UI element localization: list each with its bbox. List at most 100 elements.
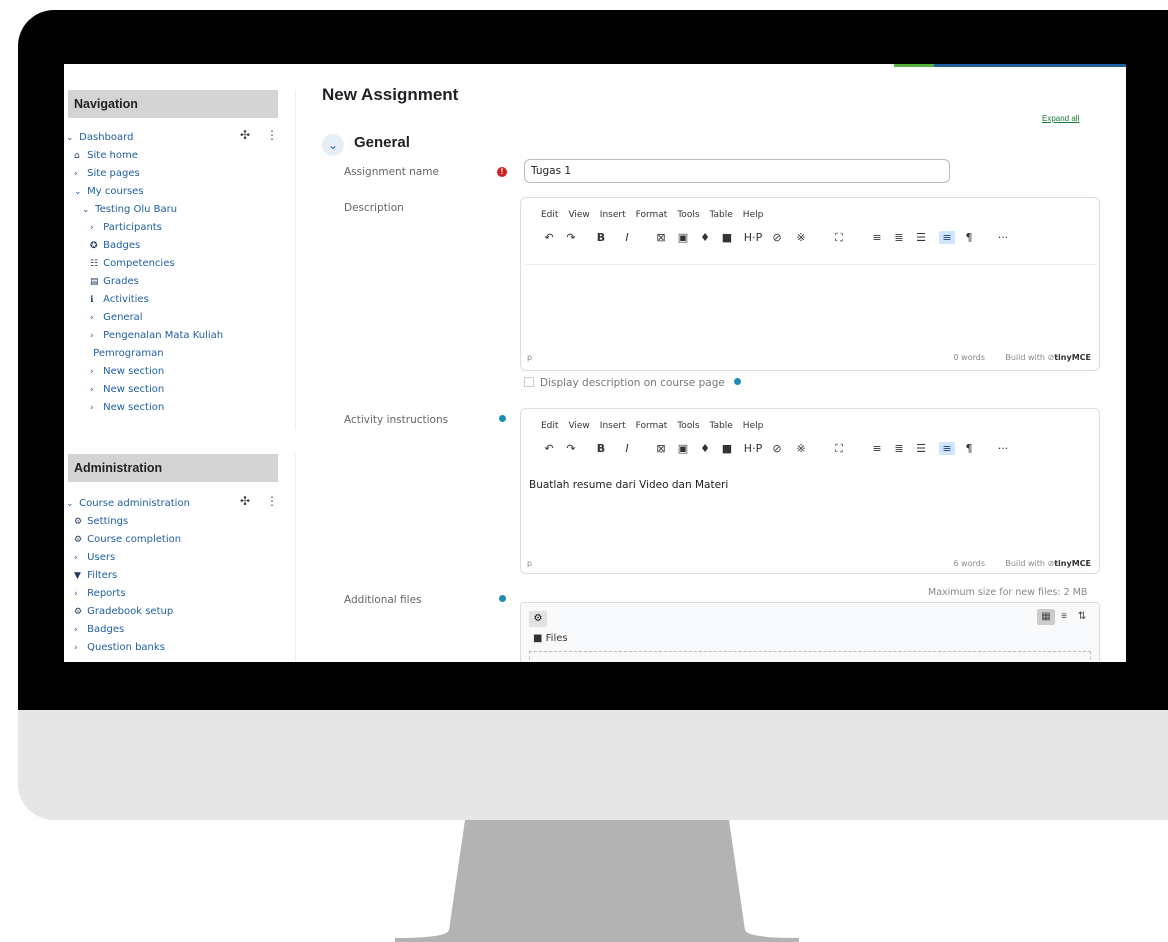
menu-help[interactable]: Help bbox=[743, 421, 764, 431]
video-icon[interactable]: ■ bbox=[719, 442, 735, 455]
tree-item[interactable]: Pemrograman bbox=[80, 348, 163, 366]
italic-icon[interactable]: I bbox=[619, 231, 635, 244]
file-drop-zone[interactable] bbox=[529, 651, 1091, 662]
bold-icon[interactable]: B bbox=[593, 231, 609, 244]
tree-item[interactable]: › Badges bbox=[74, 624, 124, 642]
media-icon[interactable]: ▣ bbox=[675, 442, 691, 455]
description-content[interactable] bbox=[525, 264, 1097, 344]
ltr-icon[interactable]: ¶ bbox=[961, 231, 977, 244]
tree-item[interactable]: › General bbox=[90, 312, 143, 330]
tree-item[interactable]: ⚙ Settings bbox=[74, 516, 128, 534]
video-icon[interactable]: ■ bbox=[719, 231, 735, 244]
unlink-icon[interactable]: ※ bbox=[793, 442, 809, 455]
menu-insert[interactable]: Insert bbox=[600, 421, 626, 431]
tree-item[interactable]: › Users bbox=[74, 552, 115, 570]
align-right-icon[interactable]: ☰ bbox=[913, 442, 929, 455]
section-title[interactable]: General bbox=[354, 134, 410, 151]
instructions-content[interactable]: Buatlah resume dari Video dan Materi bbox=[525, 473, 1097, 551]
menu-edit[interactable]: Edit bbox=[541, 210, 558, 220]
redo-icon[interactable]: ↷ bbox=[563, 231, 579, 244]
h5p-icon[interactable]: H·P bbox=[741, 231, 765, 244]
fullscreen-icon[interactable]: ⛶ bbox=[831, 231, 847, 245]
block-menu-icon[interactable]: ⋮ bbox=[266, 128, 278, 142]
more-icon[interactable]: ··· bbox=[991, 231, 1015, 244]
menu-insert[interactable]: Insert bbox=[600, 210, 626, 220]
menu-help[interactable]: Help bbox=[743, 210, 764, 220]
media-icon[interactable]: ▣ bbox=[675, 231, 691, 244]
move-icon[interactable]: ✣ bbox=[240, 128, 250, 142]
image-icon[interactable]: ⊠ bbox=[653, 231, 669, 244]
redo-icon[interactable]: ↷ bbox=[563, 442, 579, 455]
tree-item[interactable]: › Reports bbox=[74, 588, 126, 606]
tree-item[interactable]: ⌄ Testing Olu Baru bbox=[82, 204, 177, 222]
rtl-icon[interactable]: ≡ bbox=[939, 231, 955, 244]
align-right-icon[interactable]: ☰ bbox=[913, 231, 929, 244]
link-icon[interactable]: ⊘ bbox=[769, 231, 785, 244]
italic-icon[interactable]: I bbox=[619, 442, 635, 455]
microphone-icon[interactable]: ♦ bbox=[697, 231, 713, 244]
tree-item[interactable]: ☷ Competencies bbox=[90, 258, 175, 276]
expand-all-link[interactable]: Expand all bbox=[1042, 114, 1079, 123]
menu-tools[interactable]: Tools bbox=[677, 210, 699, 220]
tree-item[interactable]: ⌄ Course administration bbox=[66, 498, 190, 516]
grid-view-icon[interactable]: ▦ bbox=[1037, 609, 1055, 625]
menu-view[interactable]: View bbox=[568, 421, 589, 431]
link-icon[interactable]: ⊘ bbox=[769, 442, 785, 455]
display-description-checkbox[interactable] bbox=[524, 377, 534, 387]
align-center-icon[interactable]: ≣ bbox=[891, 231, 907, 244]
list-view-icon[interactable]: ≡ bbox=[1055, 609, 1073, 625]
tree-item[interactable]: ▤ Grades bbox=[90, 276, 139, 294]
menu-edit[interactable]: Edit bbox=[541, 421, 558, 431]
help-icon[interactable] bbox=[734, 378, 742, 385]
tree-item[interactable]: ℹ Activities bbox=[90, 294, 149, 312]
menu-tools[interactable]: Tools bbox=[677, 421, 699, 431]
description-editor: Edit View Insert Format Tools Table Help ↶ ↷ B I ⊠… bbox=[520, 197, 1100, 371]
tree-item[interactable]: › Site pages bbox=[74, 168, 140, 186]
more-icon[interactable]: ··· bbox=[991, 442, 1015, 455]
align-center-icon[interactable]: ≣ bbox=[891, 442, 907, 455]
word-count: 0 words bbox=[953, 353, 985, 362]
align-left-icon[interactable]: ≡ bbox=[869, 442, 885, 455]
move-icon[interactable]: ✣ bbox=[240, 494, 250, 508]
tree-view-icon[interactable]: ⇅ bbox=[1073, 609, 1091, 625]
undo-icon[interactable]: ↶ bbox=[541, 231, 557, 244]
unlink-icon[interactable]: ※ bbox=[793, 231, 809, 244]
files-folder[interactable]: ■ Files bbox=[533, 633, 568, 644]
menu-table[interactable]: Table bbox=[710, 421, 733, 431]
tree-item[interactable]: ⚙ Course completion bbox=[74, 534, 181, 552]
undo-icon[interactable]: ↶ bbox=[541, 442, 557, 455]
assignment-name-input[interactable]: Tugas 1 bbox=[524, 159, 950, 183]
block-menu-icon[interactable]: ⋮ bbox=[266, 494, 278, 508]
tree-item[interactable]: ✪ Badges bbox=[90, 240, 140, 258]
tree-item[interactable]: › New section bbox=[90, 402, 164, 420]
bold-icon[interactable]: B bbox=[593, 442, 609, 455]
ltr-icon[interactable]: ¶ bbox=[961, 442, 977, 455]
microphone-icon[interactable]: ♦ bbox=[697, 442, 713, 455]
tree-item[interactable]: › Pengenalan Mata Kuliah bbox=[90, 330, 223, 348]
tree-item[interactable]: ▼ Filters bbox=[74, 570, 117, 588]
administration-block: Administration ✣ ⋮ ⌄ Course administrati… bbox=[64, 454, 296, 662]
menu-view[interactable]: View bbox=[568, 210, 589, 220]
tree-item[interactable]: ⌂ Site home bbox=[74, 150, 138, 168]
tree-item[interactable]: ⌄ My courses bbox=[74, 186, 144, 204]
help-icon[interactable] bbox=[499, 415, 506, 422]
h5p-icon[interactable]: H·P bbox=[741, 442, 765, 455]
gear-icon[interactable]: ⚙ bbox=[529, 611, 547, 627]
help-icon[interactable] bbox=[499, 595, 506, 602]
tree-item[interactable]: › New section bbox=[90, 384, 164, 402]
fullscreen-icon[interactable]: ⛶ bbox=[831, 442, 847, 456]
menu-table[interactable]: Table bbox=[710, 210, 733, 220]
align-left-icon[interactable]: ≡ bbox=[869, 231, 885, 244]
tree-item[interactable]: › New section bbox=[90, 366, 164, 384]
rtl-icon[interactable]: ≡ bbox=[939, 442, 955, 455]
home-icon: ⌂ bbox=[74, 151, 80, 161]
tree-item[interactable]: ⚙ Gradebook setup bbox=[74, 606, 173, 624]
tree-item[interactable]: ⌄ Dashboard bbox=[66, 132, 133, 150]
menu-format[interactable]: Format bbox=[636, 421, 668, 431]
display-description-option[interactable]: Display description on course page bbox=[524, 377, 742, 389]
tree-item[interactable]: › Question banks bbox=[74, 642, 165, 660]
image-icon[interactable]: ⊠ bbox=[653, 442, 669, 455]
chevron-down-icon[interactable]: ⌄ bbox=[322, 134, 344, 156]
menu-format[interactable]: Format bbox=[636, 210, 668, 220]
tree-item[interactable]: › Participants bbox=[90, 222, 162, 240]
